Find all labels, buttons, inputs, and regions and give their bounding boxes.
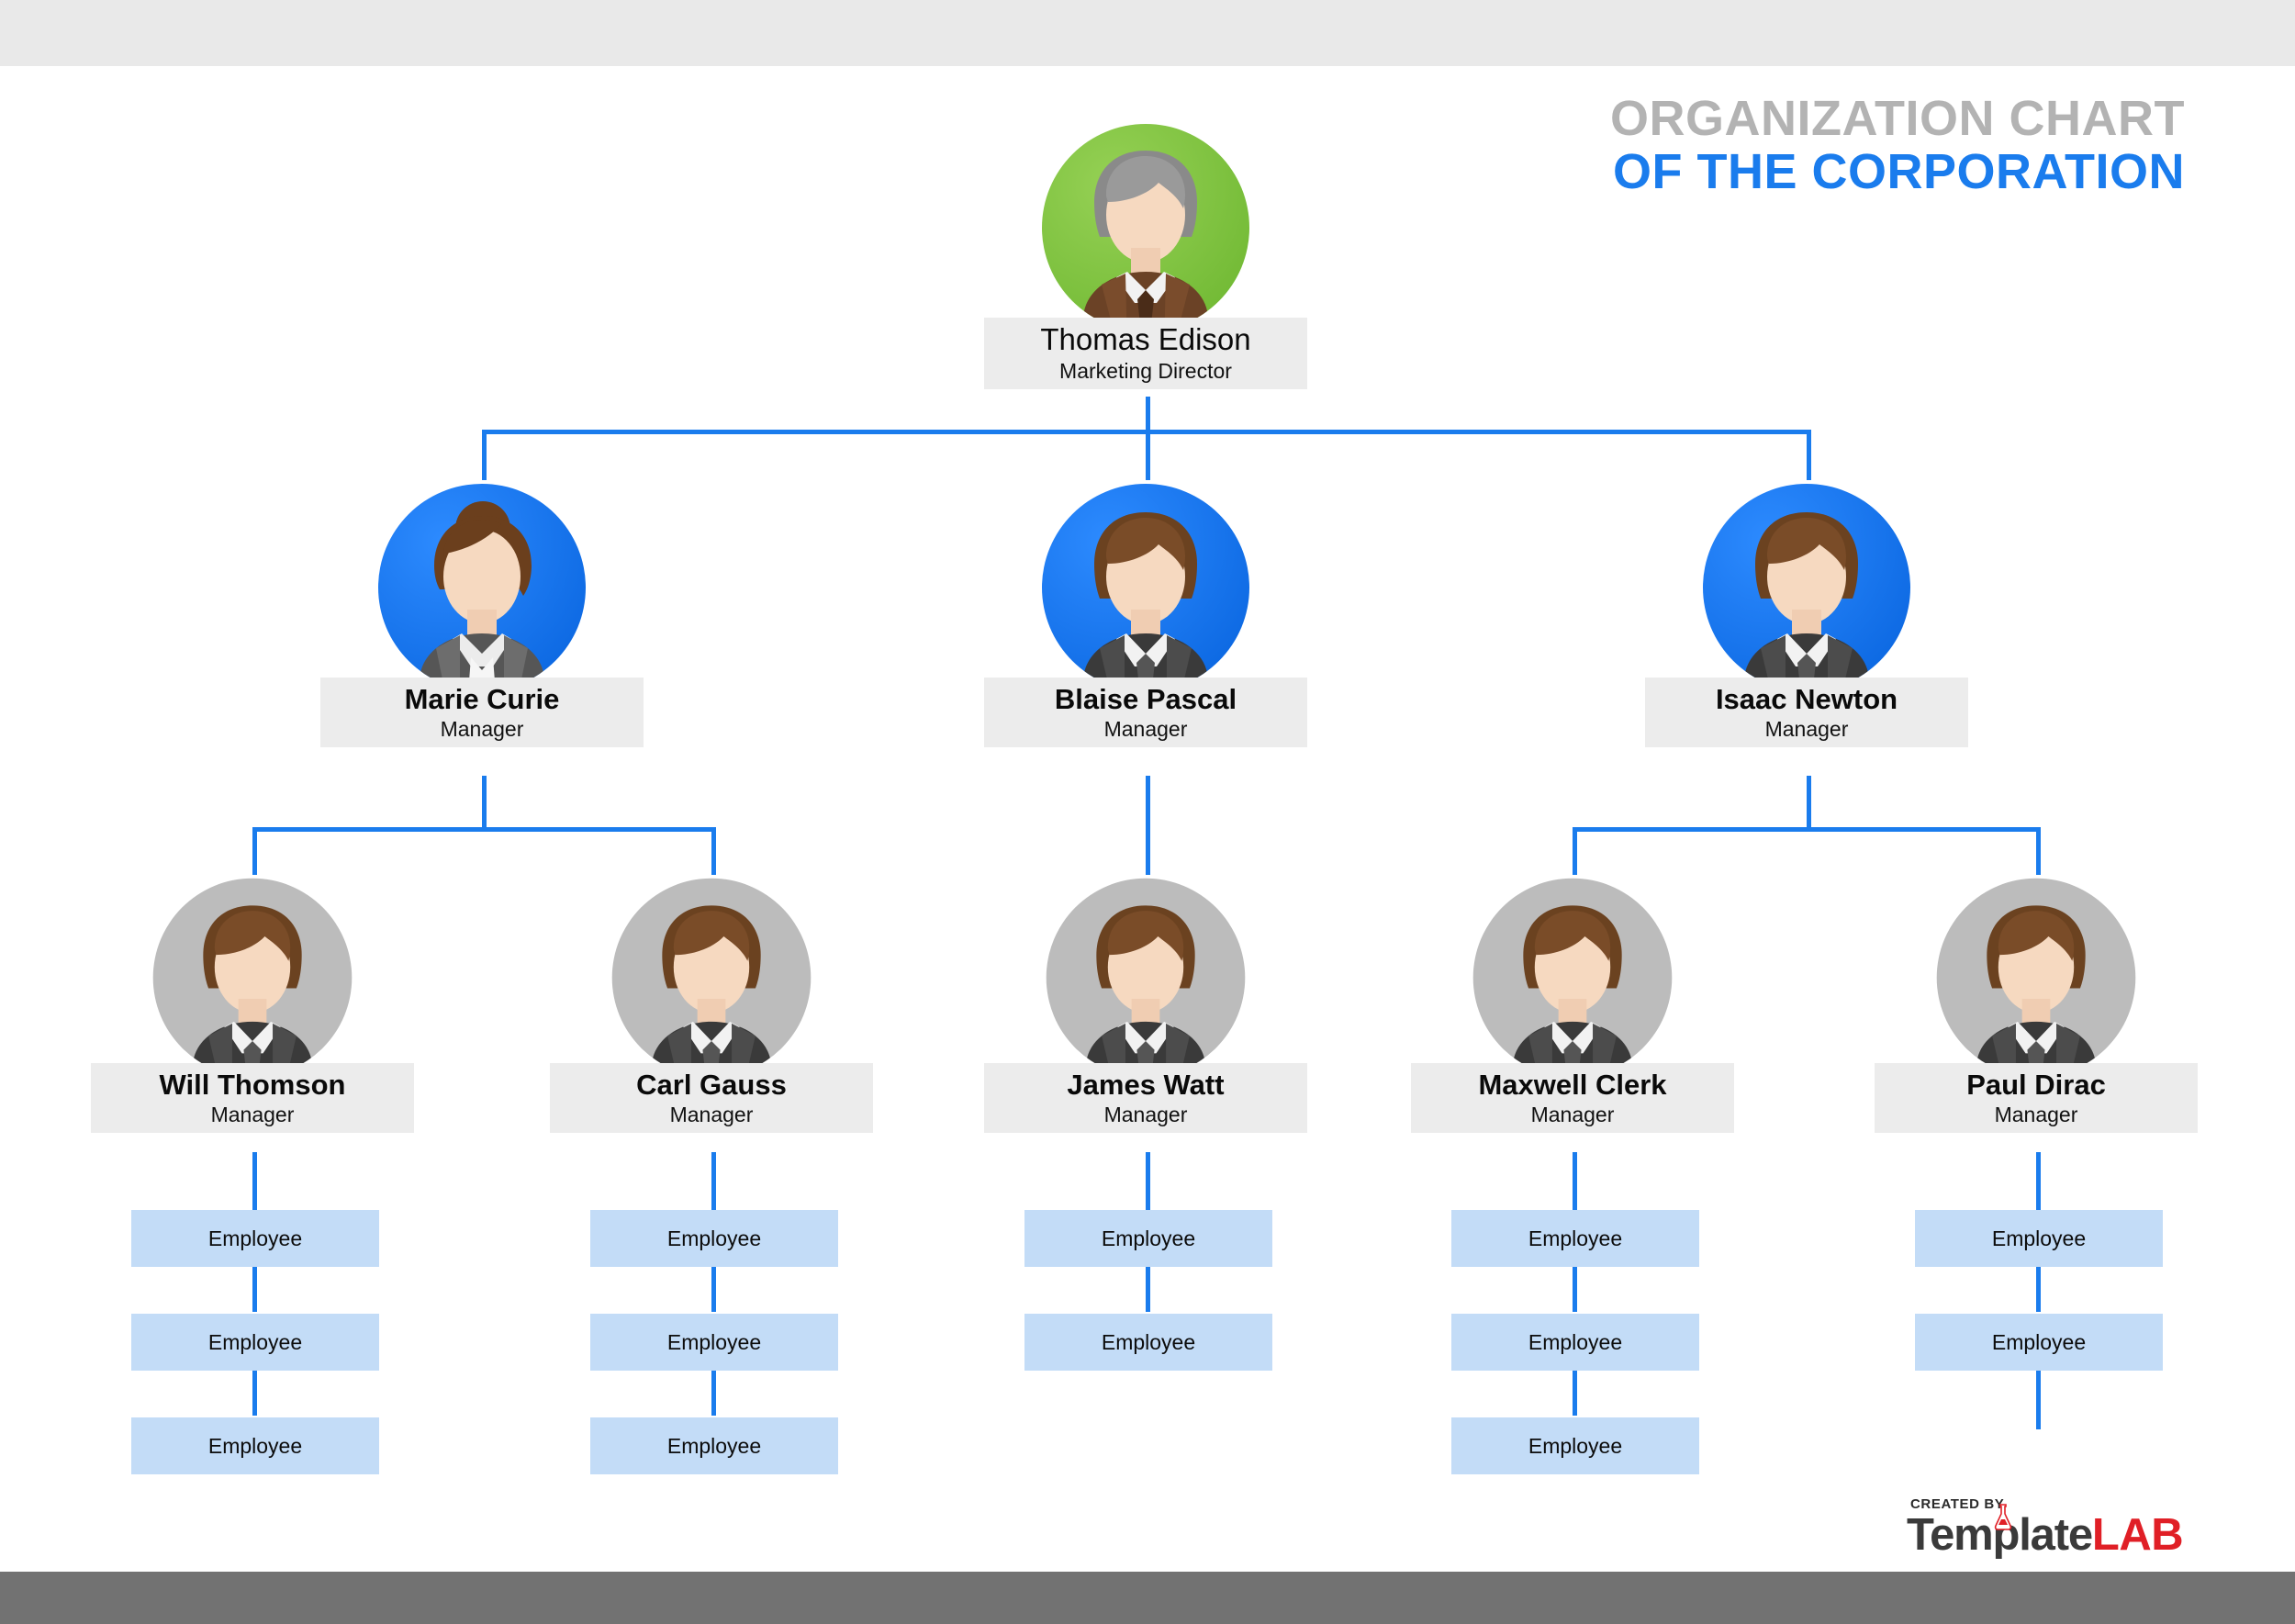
node-label-box: Paul Dirac Manager <box>1875 1063 2198 1133</box>
node-label-box: Marie Curie Manager <box>320 678 644 747</box>
node-name: Marie Curie <box>404 682 560 715</box>
supervisor-avatar-male-gray <box>1022 872 1270 1083</box>
connector-will-emp3 <box>252 1367 257 1416</box>
node-role: Manager <box>1994 1102 2078 1126</box>
connector-carl-emp3 <box>711 1367 716 1416</box>
connector-to-marie <box>482 430 487 480</box>
node-label-box: Thomas Edison Marketing Director <box>984 318 1307 389</box>
employee-box[interactable]: Employee <box>1915 1210 2163 1267</box>
employee-box[interactable]: Employee <box>131 1314 379 1371</box>
node-name: Will Thomson <box>159 1068 346 1101</box>
node-label-box: Maxwell Clerk Manager <box>1411 1063 1734 1133</box>
employee-box[interactable]: Employee <box>590 1417 838 1474</box>
employee-box[interactable]: Employee <box>1024 1210 1272 1267</box>
logo-lab-text: LAB <box>2091 1510 2184 1560</box>
node-role: Manager <box>440 716 524 741</box>
templatelab-logo: CREATED BY TemplateLAB <box>1907 1496 2200 1558</box>
node-name: Paul Dirac <box>1966 1068 2106 1101</box>
manager-avatar-male-blue <box>1678 477 1935 698</box>
node-name: Maxwell Clerk <box>1478 1068 1667 1101</box>
node-label-box: Carl Gauss Manager <box>550 1063 873 1133</box>
connector-to-maxwell <box>1573 827 1577 875</box>
node-label-box: Isaac Newton Manager <box>1645 678 1968 747</box>
connector-to-paul <box>2036 827 2041 875</box>
employee-box[interactable]: Employee <box>590 1314 838 1371</box>
top-chrome-bar <box>0 0 2295 66</box>
connector-isaac-down <box>1807 776 1811 831</box>
chart-title-line1: ORGANIZATION CHART <box>1610 91 2185 146</box>
connector-will-emp1 <box>252 1152 257 1210</box>
employee-box[interactable]: Employee <box>590 1210 838 1267</box>
chart-title-line2: OF THE CORPORATION <box>1613 144 2185 200</box>
connector-carl-emp1 <box>711 1152 716 1210</box>
node-role: Manager <box>1103 716 1188 741</box>
node-name: Thomas Edison <box>1040 322 1251 357</box>
connector-carl-emp2 <box>711 1263 716 1312</box>
connector-isaac-bus <box>1573 827 2041 832</box>
supervisor-avatar-male-gray <box>588 872 835 1083</box>
node-role: Marketing Director <box>1059 359 1232 384</box>
connector-director-down <box>1146 397 1150 433</box>
employee-box[interactable]: Employee <box>1451 1314 1699 1371</box>
employee-box[interactable]: Employee <box>1451 1417 1699 1474</box>
supervisor-avatar-male-gray <box>1912 872 2160 1083</box>
logo-wordmark: TemplateLAB <box>1907 1504 2200 1560</box>
connector-blaise-to-james <box>1146 776 1150 875</box>
connector-maxwell-emp3 <box>1573 1367 1577 1416</box>
director-avatar-green <box>1017 118 1274 338</box>
connector-marie-down <box>482 776 487 831</box>
connector-marie-bus <box>252 827 716 832</box>
manager-avatar-male-blue <box>1017 477 1274 698</box>
node-label-box: Will Thomson Manager <box>91 1063 414 1133</box>
node-name: Isaac Newton <box>1715 682 1898 715</box>
node-role: Manager <box>669 1102 754 1126</box>
flask-icon <box>1994 1504 2012 1530</box>
node-role: Manager <box>210 1102 295 1126</box>
connector-james-emp2 <box>1146 1263 1150 1312</box>
employee-box[interactable]: Employee <box>1024 1314 1272 1371</box>
connector-maxwell-emp2 <box>1573 1263 1577 1312</box>
node-label-box: Blaise Pascal Manager <box>984 678 1307 747</box>
connector-to-will <box>252 827 257 875</box>
bottom-chrome-bar <box>0 1572 2295 1624</box>
node-label-box: James Watt Manager <box>984 1063 1307 1133</box>
node-role: Manager <box>1764 716 1849 741</box>
connector-maxwell-emp1 <box>1573 1152 1577 1210</box>
node-name: Blaise Pascal <box>1054 682 1237 715</box>
connector-james-emp1 <box>1146 1152 1150 1210</box>
connector-paul-stub <box>2036 1367 2041 1429</box>
employee-box[interactable]: Employee <box>131 1210 379 1267</box>
connector-paul-emp2 <box>2036 1263 2041 1312</box>
connector-paul-emp1 <box>2036 1152 2041 1210</box>
connector-to-carl <box>711 827 716 875</box>
node-role: Manager <box>1103 1102 1188 1126</box>
connector-to-blaise <box>1146 430 1150 480</box>
supervisor-avatar-male-gray <box>129 872 376 1083</box>
node-name: Carl Gauss <box>636 1068 787 1101</box>
employee-box[interactable]: Employee <box>1451 1210 1699 1267</box>
chart-title: ORGANIZATION CHART OF THE CORPORATION <box>1487 92 2185 199</box>
employee-box[interactable]: Employee <box>1915 1314 2163 1371</box>
supervisor-avatar-male-gray <box>1449 872 1696 1083</box>
connector-to-isaac <box>1807 430 1811 480</box>
node-name: James Watt <box>1067 1068 1225 1101</box>
connector-will-emp2 <box>252 1263 257 1312</box>
manager-avatar-female-blue <box>353 477 610 698</box>
employee-box[interactable]: Employee <box>131 1417 379 1474</box>
node-role: Manager <box>1530 1102 1615 1126</box>
